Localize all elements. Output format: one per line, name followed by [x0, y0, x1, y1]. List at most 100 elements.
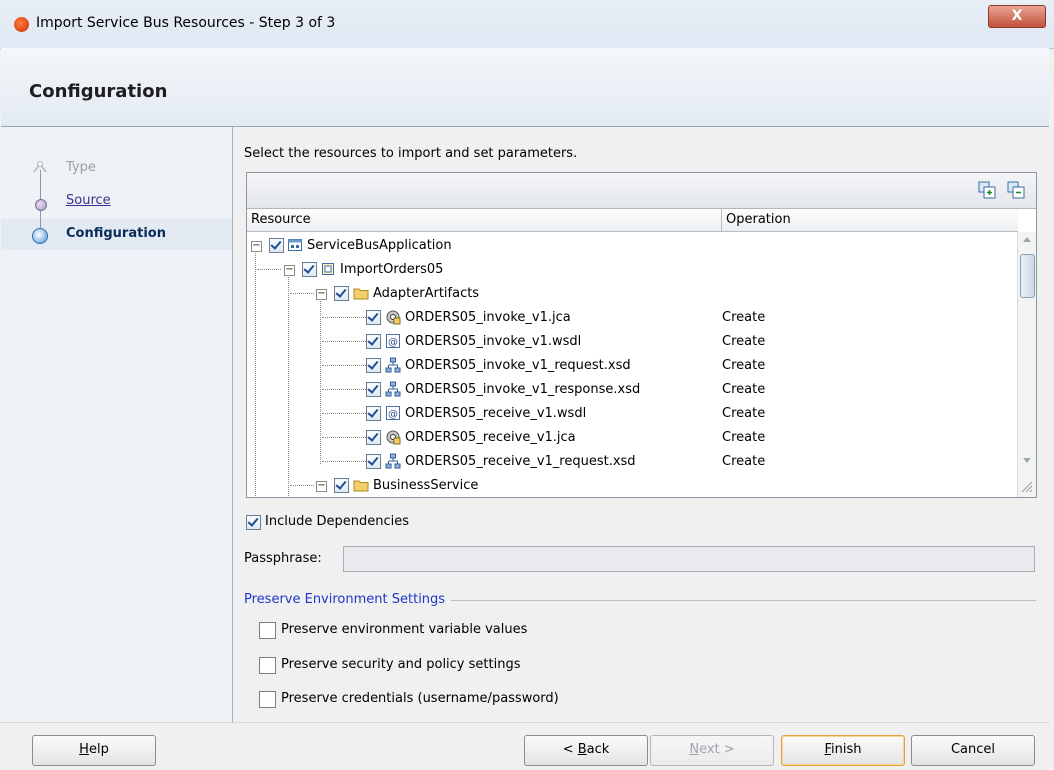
row-label: ORDERS05_invoke_v1_response.xsd: [405, 382, 641, 397]
train-step-source[interactable]: Source: [66, 193, 111, 208]
tree-connector: [322, 317, 366, 318]
tree-connector: [290, 485, 314, 486]
wsdl-icon: @: [386, 406, 400, 420]
back-mnemonic: B: [577, 742, 587, 757]
page-title: Configuration: [29, 81, 168, 102]
tree-connector: [322, 389, 366, 390]
next-button[interactable]: Next >: [650, 735, 774, 766]
tree-connector: [257, 269, 281, 270]
tree-row[interactable]: @ ORDERS05_receive_v1.wsdl Create: [247, 402, 1016, 426]
help-button[interactable]: Help: [32, 735, 156, 766]
train-step-type: Type: [66, 160, 96, 175]
tree-connector: [322, 461, 366, 462]
svg-text:@: @: [388, 409, 398, 420]
row-checkbox[interactable]: [366, 358, 381, 373]
resource-tree-table: Resource Operation − ServiceBusApplicati…: [246, 172, 1037, 498]
svg-text:@: @: [388, 337, 398, 348]
row-operation: Create: [722, 382, 766, 397]
tree-rows: − ServiceBusApplication − ImportOrders05…: [247, 232, 1016, 497]
resize-grip-icon[interactable]: [1019, 479, 1033, 493]
tree-row[interactable]: − ImportOrders05: [247, 258, 1016, 282]
folder-icon: [353, 480, 369, 492]
next-mnemonic: N: [689, 742, 700, 757]
finish-button[interactable]: Finish: [781, 735, 905, 766]
row-checkbox[interactable]: [366, 382, 381, 397]
row-label: ORDERS05_invoke_v1.wsdl: [405, 334, 582, 349]
tree-connector: [322, 437, 366, 438]
window-title: Import Service Bus Resources - Step 3 of…: [36, 15, 336, 31]
collapse-toggle[interactable]: −: [284, 265, 295, 276]
jca-icon: [386, 310, 401, 325]
jca-icon: [386, 430, 401, 445]
tree-row[interactable]: @ ORDERS05_invoke_v1.wsdl Create: [247, 330, 1016, 354]
expand-all-icon[interactable]: [978, 181, 996, 199]
row-operation: Create: [722, 430, 766, 445]
instruction-text: Select the resources to import and set p…: [244, 146, 578, 161]
row-label: AdapterArtifacts: [373, 286, 480, 301]
row-operation: Create: [722, 406, 766, 421]
cancel-button[interactable]: Cancel: [911, 735, 1035, 766]
vertical-scrollbar[interactable]: [1017, 232, 1036, 497]
scroll-up-arrow-icon[interactable]: [1023, 237, 1031, 242]
tree-connector: [322, 341, 366, 342]
tree-row[interactable]: − AdapterArtifacts: [247, 282, 1016, 306]
collapse-toggle[interactable]: −: [316, 481, 327, 492]
help-mnemonic: H: [79, 742, 89, 757]
row-checkbox[interactable]: [366, 454, 381, 469]
xsd-icon: [385, 453, 401, 469]
finish-rest: inish: [831, 742, 862, 757]
row-checkbox[interactable]: [366, 334, 381, 349]
row-checkbox[interactable]: [302, 262, 317, 277]
collapse-toggle[interactable]: −: [251, 241, 262, 252]
tree-row[interactable]: ORDERS05_invoke_v1_request.xsd Create: [247, 354, 1016, 378]
tree-row[interactable]: ORDERS05_receive_v1_request.xsd Create: [247, 450, 1016, 474]
application-icon: [288, 239, 302, 251]
collapse-all-icon[interactable]: [1007, 181, 1025, 199]
source-step-icon: [35, 199, 47, 211]
tree-toolbar: [247, 173, 1036, 209]
preserve-security-checkbox[interactable]: [259, 657, 276, 674]
next-rest: ext >: [699, 742, 735, 757]
row-label: ORDERS05_receive_v1.jca: [405, 430, 576, 445]
back-button[interactable]: < Back: [524, 735, 648, 766]
row-operation: Create: [722, 454, 766, 469]
collapse-toggle[interactable]: −: [316, 289, 327, 300]
row-label: ORDERS05_invoke_v1.jca: [405, 310, 571, 325]
tree-row[interactable]: − BusinessService: [247, 474, 1016, 497]
row-operation: Create: [722, 310, 766, 325]
scroll-thumb[interactable]: [1020, 254, 1035, 298]
tree-row[interactable]: ORDERS05_invoke_v1_response.xsd Create: [247, 378, 1016, 402]
preserve-env-vars-label: Preserve environment variable values: [281, 622, 528, 637]
passphrase-field[interactable]: [343, 546, 1035, 572]
preserve-section-title: Preserve Environment Settings: [244, 592, 452, 607]
page-header: Configuration: [1, 48, 1049, 127]
include-dependencies-checkbox[interactable]: [246, 515, 261, 530]
tree-row[interactable]: ORDERS05_receive_v1.jca Create: [247, 426, 1016, 450]
row-checkbox[interactable]: [334, 286, 349, 301]
train-step-configuration[interactable]: Configuration: [66, 226, 166, 241]
configuration-step-icon: [32, 228, 48, 244]
help-rest: elp: [88, 742, 109, 757]
preserve-env-vars-checkbox[interactable]: [259, 622, 276, 639]
row-checkbox[interactable]: [366, 310, 381, 325]
row-operation: Create: [722, 334, 766, 349]
row-label: ORDERS05_invoke_v1_request.xsd: [405, 358, 631, 373]
row-checkbox[interactable]: [269, 238, 284, 253]
close-button[interactable]: X: [988, 5, 1046, 28]
tree-row[interactable]: ORDERS05_invoke_v1.jca Create: [247, 306, 1016, 330]
column-header-resource[interactable]: Resource: [247, 209, 722, 232]
preserve-credentials-checkbox[interactable]: [259, 691, 276, 708]
preserve-security-label: Preserve security and policy settings: [281, 657, 521, 672]
scroll-down-arrow-icon[interactable]: [1023, 458, 1031, 463]
row-checkbox[interactable]: [366, 406, 381, 421]
include-dependencies-label: Include Dependencies: [265, 514, 409, 529]
wsdl-icon: @: [386, 334, 400, 348]
xsd-icon: [385, 381, 401, 397]
column-header-operation[interactable]: Operation: [722, 209, 1018, 232]
back-rest: ack: [586, 742, 610, 757]
tree-connector: [290, 293, 314, 294]
row-checkbox[interactable]: [366, 430, 381, 445]
row-label: ORDERS05_receive_v1_request.xsd: [405, 454, 636, 469]
row-checkbox[interactable]: [334, 478, 349, 493]
tree-row[interactable]: − ServiceBusApplication: [247, 234, 1016, 258]
